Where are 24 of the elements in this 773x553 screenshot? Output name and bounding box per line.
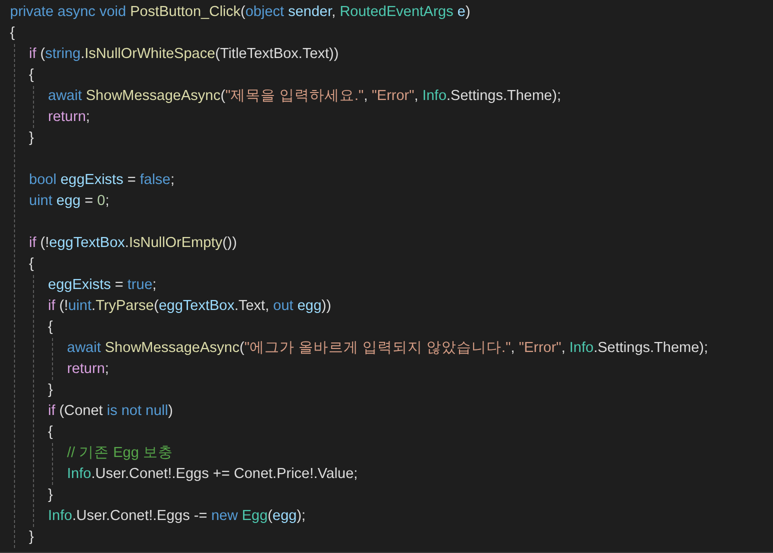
code-line: {	[29, 66, 34, 85]
code-line: await ShowMessageAsync("제목을 입력하세요.", "Error", Info.Settings.Theme);	[48, 87, 561, 106]
code-line: {	[48, 318, 53, 337]
code-line: }	[48, 381, 53, 400]
code-line: if (!uint.TryParse(eggTextBox.Text, out egg))	[48, 297, 332, 316]
code-line: {	[48, 423, 53, 442]
code-line: if (!eggTextBox.IsNullOrEmpty())	[29, 234, 237, 253]
code-line: {	[10, 24, 15, 43]
code-line: {	[29, 255, 34, 274]
code-line: // 기존 Egg 보충	[67, 444, 173, 463]
code-line: }	[29, 129, 34, 148]
code-line: Info.User.Conet!.Eggs += Conet.Price!.Value;	[67, 465, 358, 484]
code-line: return;	[48, 108, 90, 127]
code-line: uint egg = 0;	[29, 192, 110, 211]
code-line: }	[48, 486, 53, 505]
code-line: Info.User.Conet!.Eggs -= new Egg(egg);	[48, 507, 306, 526]
code-line: if (Conet is not null)	[48, 402, 173, 421]
code-line: }	[29, 528, 34, 547]
code-line: eggExists = true;	[48, 276, 156, 295]
code-line: return;	[67, 360, 109, 379]
code-line: private async void PostButton_Click(object sender, RoutedEventArgs e)	[10, 3, 470, 22]
code-line: if (string.IsNullOrWhiteSpace(TitleTextBox.Text))	[29, 45, 339, 64]
code-line: await ShowMessageAsync("에그가 올바르게 입력되지 않았습니다.", "Error", Info.Settings.Theme);	[67, 339, 708, 358]
code-line: bool eggExists = false;	[29, 171, 175, 190]
